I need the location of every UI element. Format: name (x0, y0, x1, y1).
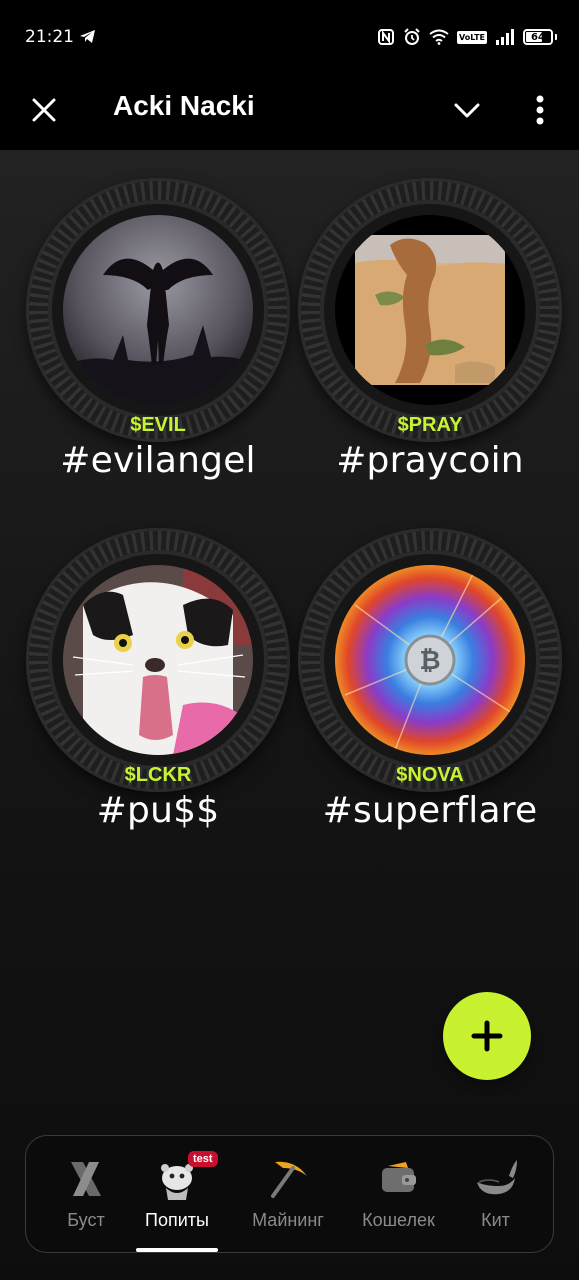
coin-ticker: $NOVA (396, 764, 464, 786)
nav-label: Попиты (145, 1210, 209, 1230)
whale-icon (476, 1160, 517, 1195)
nfc-icon (378, 29, 395, 45)
wallet-icon (381, 1162, 416, 1192)
nav-item-wallet[interactable]: Кошелек (351, 1136, 446, 1254)
nav-item-whale[interactable]: Кит (458, 1136, 533, 1254)
telegram-icon (80, 30, 95, 43)
coin-ticker: $EVIL (130, 414, 186, 436)
coin-image-superflare: ₿ (335, 565, 525, 755)
add-coin-button[interactable] (443, 992, 531, 1080)
page-title: Acki Nacki (113, 90, 255, 121)
alarm-icon (404, 28, 420, 45)
coin-image-evilangel (63, 215, 253, 405)
app-header: Acki Nacki (0, 76, 579, 150)
more-options-icon[interactable] (528, 92, 552, 128)
active-tab-indicator (136, 1248, 218, 1252)
coin-image-puss (63, 565, 253, 755)
coin-ticker: $LCKR (124, 764, 192, 786)
volte-indicator: VoLTE (457, 30, 487, 44)
coin-hashtag: #pu$$ (96, 790, 220, 831)
status-time: 21:21 (25, 27, 74, 47)
nav-item-boost[interactable]: Буст (46, 1136, 126, 1254)
signal-icon (496, 29, 514, 45)
coin-hashtag: #praycoin (336, 440, 524, 481)
battery-tip (555, 34, 557, 40)
coin-hashtag: #evilangel (60, 440, 256, 481)
nav-label: Кит (481, 1210, 510, 1230)
status-icons: VoLTE 64 (377, 26, 557, 48)
nav-label: Кошелек (362, 1210, 435, 1230)
bottom-navigation: Буст Попиты test Майнинг Кошелек Кит (25, 1135, 554, 1253)
battery-level: 64 (531, 31, 545, 43)
plus-icon (471, 1020, 503, 1052)
coin-ticker: $PRAY (397, 414, 463, 436)
coin-grid: $EVIL #evilangel $PRAY #praycoin $LCKR #… (0, 150, 579, 1280)
chevron-down-icon[interactable] (450, 94, 484, 126)
nav-item-mining[interactable]: Майнинг (238, 1136, 338, 1254)
x-logo-icon (71, 1162, 101, 1196)
wifi-icon (429, 29, 449, 45)
coin-image-praycoin (335, 215, 525, 405)
nav-label: Буст (67, 1210, 105, 1230)
svg-text:₿: ₿ (419, 646, 440, 676)
nav-label: Майнинг (252, 1210, 324, 1230)
pickaxe-icon (271, 1161, 307, 1198)
test-badge: test (188, 1151, 218, 1167)
battery-icon: 64 (523, 29, 553, 45)
close-icon[interactable] (28, 94, 60, 126)
coin-hashtag: #superflare (322, 790, 538, 831)
status-bar: 21:21 VoLTE 64 (0, 0, 579, 76)
